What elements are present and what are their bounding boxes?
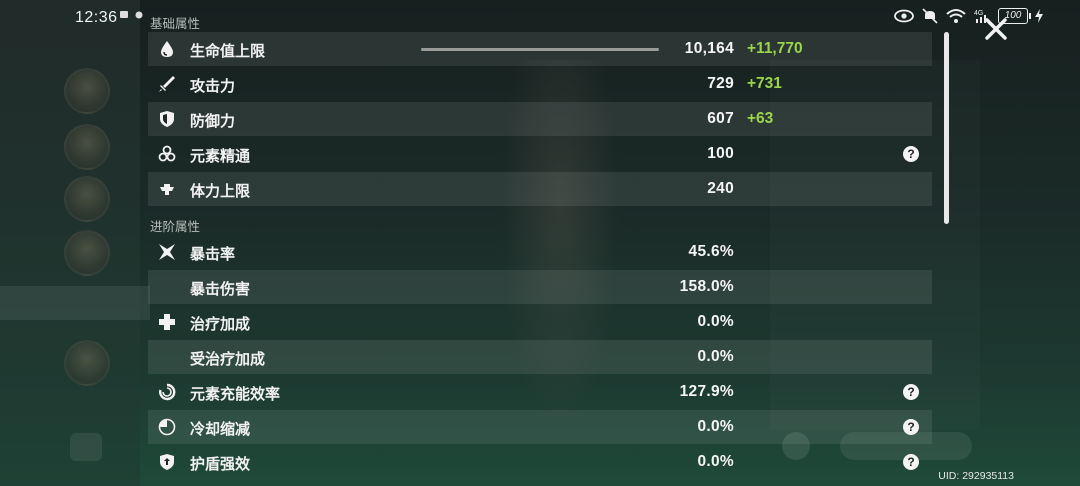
mute-icon xyxy=(920,7,940,25)
stat-value: 158.0% xyxy=(679,278,734,295)
stat-value: 0.0% xyxy=(697,418,734,435)
stat-name: 暴击率 xyxy=(190,245,236,263)
character-avatar xyxy=(64,340,110,386)
help-icon[interactable]: ? xyxy=(903,454,919,470)
stat-name: 受治疗加成 xyxy=(190,350,266,368)
stat-name: 治疗加成 xyxy=(190,315,251,333)
stat-value: 45.6% xyxy=(688,243,734,260)
character-avatar xyxy=(64,176,110,222)
svg-text:4G: 4G xyxy=(974,10,983,17)
crit-rate-icon xyxy=(158,243,176,261)
stat-row-atk[interactable]: 攻击力 729 +731 xyxy=(148,67,932,101)
stat-value: 127.9% xyxy=(679,383,734,400)
eye-icon xyxy=(894,7,914,25)
stat-row-crit-rate[interactable]: 暴击率 45.6% xyxy=(148,235,932,269)
stat-value: 607 xyxy=(707,110,734,127)
wifi-icon xyxy=(946,7,966,25)
stat-row-shield-strength[interactable]: 护盾强效 0.0% ? xyxy=(148,445,932,479)
energy-recharge-icon xyxy=(158,383,176,401)
stat-name: 防御力 xyxy=(190,112,236,130)
stat-value: 100 xyxy=(707,145,734,162)
stat-value: 0.0% xyxy=(697,313,734,330)
character-avatar xyxy=(64,68,110,114)
stat-value: 0.0% xyxy=(697,453,734,470)
help-icon[interactable]: ? xyxy=(903,419,919,435)
stat-row-em[interactable]: 元素精通 100 ? xyxy=(148,137,932,171)
stat-row-stamina[interactable]: 体力上限 240 xyxy=(148,172,932,206)
help-icon[interactable]: ? xyxy=(903,146,919,162)
stat-name: 护盾强效 xyxy=(190,455,251,473)
stat-bonus: +63 xyxy=(747,110,774,127)
stat-name: 暴击伤害 xyxy=(190,280,251,298)
stat-bonus: +731 xyxy=(747,75,782,92)
stat-name: 元素精通 xyxy=(190,147,251,165)
shield-icon xyxy=(158,110,176,128)
close-button[interactable] xyxy=(983,16,1009,42)
scrollbar[interactable] xyxy=(944,32,949,224)
status-icons: 4G 100 xyxy=(894,7,1044,25)
stamina-icon xyxy=(158,180,176,198)
cooldown-icon xyxy=(158,418,176,436)
healing-cross-icon xyxy=(158,313,176,331)
stat-name: 冷却缩减 xyxy=(190,420,251,438)
stat-name: 元素充能效率 xyxy=(190,385,281,403)
stat-value: 729 xyxy=(707,75,734,92)
stat-row-crit-dmg[interactable]: 暴击伤害 158.0% xyxy=(148,270,932,304)
stat-value: 240 xyxy=(707,180,734,197)
sword-icon xyxy=(158,75,176,93)
section-title-advanced: 进阶属性 xyxy=(150,219,201,234)
stat-name: 体力上限 xyxy=(190,182,251,200)
stat-row-incoming-healing[interactable]: 受治疗加成 0.0% xyxy=(148,340,932,374)
background-character-list xyxy=(0,0,140,486)
status-time: 12:36 xyxy=(75,9,118,26)
status-notification-icons xyxy=(120,10,148,23)
hp-bar xyxy=(421,48,659,51)
background-menu-button xyxy=(70,433,102,461)
charging-icon xyxy=(1034,7,1044,25)
stat-row-cd-reduction[interactable]: 冷却缩减 0.0% ? xyxy=(148,410,932,444)
character-avatar xyxy=(64,124,110,170)
stat-row-healing-bonus[interactable]: 治疗加成 0.0% xyxy=(148,305,932,339)
close-icon xyxy=(985,18,1007,40)
stat-name: 攻击力 xyxy=(190,77,236,95)
stat-bonus: +11,770 xyxy=(747,40,803,57)
help-icon[interactable]: ? xyxy=(903,384,919,400)
drop-icon xyxy=(158,40,176,58)
shield-strength-icon xyxy=(158,453,176,471)
character-avatar xyxy=(64,230,110,276)
stat-row-energy-recharge[interactable]: 元素充能效率 127.9% ? xyxy=(148,375,932,409)
background-selected-row xyxy=(0,286,150,320)
stat-value: 10,164 xyxy=(684,40,734,57)
stat-name: 生命值上限 xyxy=(190,42,266,60)
elemental-mastery-icon xyxy=(158,145,176,163)
uid-label: UID: 292935113 xyxy=(938,470,1014,482)
stat-row-hp[interactable]: 生命值上限 10,164 +11,770 xyxy=(148,32,932,66)
stat-value: 0.0% xyxy=(697,348,734,365)
stat-row-def[interactable]: 防御力 607 +63 xyxy=(148,102,932,136)
section-title-basic: 基础属性 xyxy=(150,16,201,31)
